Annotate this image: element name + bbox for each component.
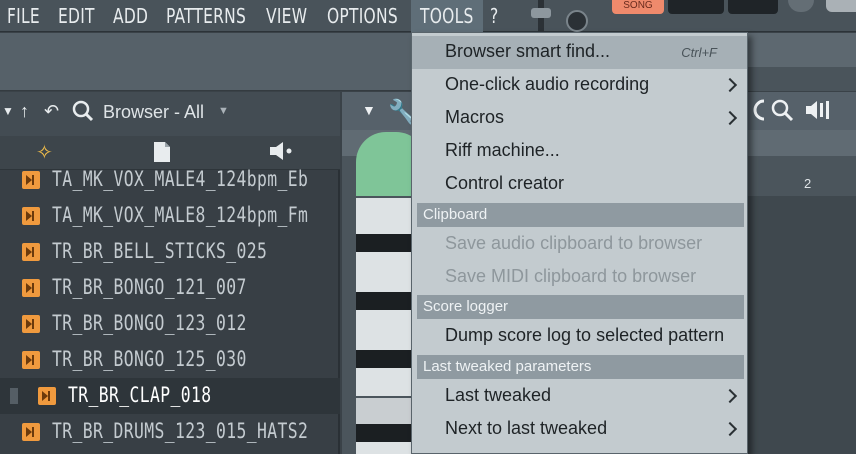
browser-file-row-selected[interactable]: TR_BR_CLAP_018 [0, 378, 340, 414]
browser-file-label: TR_BR_CLAP_018 [68, 383, 212, 407]
menu-item-label: Macros [445, 107, 505, 127]
menu-item-save-midi-clipboard: Save MIDI clipboard to browser [412, 261, 747, 294]
ruler-bar-number: 2 [804, 176, 812, 191]
menu-help[interactable]: ? [490, 0, 498, 32]
menu-item-label: One-click audio recording [445, 74, 650, 94]
toolbar-panel-right [744, 33, 856, 67]
chevron-down-icon[interactable]: ▼ [218, 105, 229, 117]
record-button[interactable] [788, 0, 814, 12]
zoom-icon[interactable] [770, 98, 794, 129]
submenu-arrow-icon [722, 421, 738, 437]
browser-file-label: TR_BR_DRUMS_123_015_HATS2 [52, 419, 309, 443]
browser-file-label: TA_MK_VOX_MALE8_124bpm_Fm [52, 203, 309, 227]
audio-file-icon [38, 387, 56, 405]
note-grid[interactable] [746, 196, 856, 454]
browser-file-label: TR_BR_BELL_STICKS_025 [52, 239, 268, 263]
menu-add[interactable]: ADD [113, 0, 148, 32]
shortcut-hint: Ctrl+F [681, 45, 717, 60]
browser-file-label: TR_BR_BONGO_121_007 [52, 275, 247, 299]
roll-menu-arrow-icon[interactable]: ▼ [362, 102, 376, 118]
menu-item-label: Browser smart find... [445, 41, 611, 61]
menu-item-label: Dump score log to selected pattern [445, 325, 725, 345]
browser-panel: ▼ ↑ ↶ Browser - All ▼ ✧ TA_MK_VOX_MALE4_… [0, 92, 340, 454]
browser-file-row[interactable]: TA_MK_VOX_MALE4_124bpm_Eb [0, 162, 340, 198]
volume-icon[interactable] [804, 98, 832, 129]
menu-options[interactable]: OPTIONS [327, 0, 398, 32]
back-icon[interactable]: ↶ [44, 101, 59, 122]
master-pitch-knob[interactable] [566, 10, 588, 32]
section-label: Score logger [423, 298, 509, 315]
menu-item-label: Riff machine... [445, 140, 560, 160]
master-volume-handle[interactable] [531, 8, 551, 18]
browser-file-row[interactable]: TR_BR_BONGO_123_012 [0, 306, 340, 342]
section-header-last-tweaked: Last tweaked parameters [417, 355, 744, 379]
audio-file-icon [22, 423, 40, 441]
play-button[interactable] [668, 0, 724, 14]
toolbar-panel-right-lower [744, 67, 856, 91]
selection-marker [10, 388, 18, 404]
menu-edit[interactable]: EDIT [58, 0, 95, 32]
menu-item-next-to-last-tweaked[interactable]: Next to last tweaked [412, 413, 747, 446]
up-arrow-icon[interactable]: ↑ [20, 101, 29, 122]
stop-button[interactable] [728, 0, 778, 14]
main-menubar: FILE EDIT ADD PATTERNS VIEW OPTIONS TOOL… [0, 0, 856, 32]
menu-item-label: Last tweaked [445, 385, 552, 405]
browser-title[interactable]: Browser - All [103, 102, 204, 123]
menu-item-label: Next to last tweaked [445, 418, 608, 438]
browser-file-row[interactable]: TR_BR_BONGO_125_030 [0, 342, 340, 378]
menu-item-control-creator[interactable]: Control creator [412, 168, 747, 201]
audio-file-icon [22, 171, 40, 189]
section-header-score-logger: Score logger [417, 295, 744, 319]
song-mode-button[interactable]: SONG [612, 0, 664, 14]
browser-file-label: TR_BR_BONGO_123_012 [52, 311, 247, 335]
tempo-display[interactable] [826, 0, 856, 12]
audio-file-icon [22, 351, 40, 369]
menu-item-last-tweaked[interactable]: Last tweaked [412, 380, 747, 413]
menu-item-label: Save audio clipboard to browser [445, 233, 703, 253]
menu-item-dump-score-log[interactable]: Dump score log to selected pattern [412, 320, 747, 353]
menu-item-one-click-recording[interactable]: One-click audio recording [412, 69, 747, 102]
submenu-arrow-icon [722, 77, 738, 93]
audio-file-icon [22, 279, 40, 297]
menu-patterns[interactable]: PATTERNS [166, 0, 246, 32]
audio-file-icon [22, 207, 40, 225]
menu-file[interactable]: FILE [7, 0, 40, 32]
search-icon[interactable] [72, 100, 94, 127]
browser-menu-arrow-icon[interactable]: ▼ [2, 104, 14, 118]
browser-header: ▼ ↑ ↶ Browser - All ▼ [0, 92, 340, 136]
section-label: Last tweaked parameters [423, 358, 592, 375]
submenu-arrow-icon [722, 388, 738, 404]
menu-item-label: Control creator [445, 173, 565, 193]
submenu-arrow-icon [722, 110, 738, 126]
menu-item-label: Save MIDI clipboard to browser [445, 266, 697, 286]
audio-file-icon [22, 243, 40, 261]
browser-file-row[interactable]: TR_BR_BELL_STICKS_025 [0, 234, 340, 270]
browser-file-row[interactable]: TA_MK_VOX_MALE8_124bpm_Fm [0, 198, 340, 234]
browser-file-list: TA_MK_VOX_MALE4_124bpm_Eb TA_MK_VOX_MALE… [0, 167, 340, 454]
browser-file-row[interactable]: TR_BR_BONGO_121_007 [0, 270, 340, 306]
tools-dropdown-menu: Browser smart find... Ctrl+F One-click a… [411, 32, 748, 454]
browser-file-label: TR_BR_BONGO_125_030 [52, 347, 247, 371]
magnet-icon[interactable] [750, 98, 770, 129]
section-label: Clipboard [423, 206, 488, 223]
menu-item-riff-machine[interactable]: Riff machine... [412, 135, 747, 168]
section-header-clipboard: Clipboard [417, 203, 744, 227]
menu-item-save-audio-clipboard: Save audio clipboard to browser [412, 228, 747, 261]
menu-item-browser-smart-find[interactable]: Browser smart find... Ctrl+F [412, 36, 747, 69]
browser-file-label: TA_MK_VOX_MALE4_124bpm_Eb [52, 167, 309, 191]
menu-tools[interactable]: TOOLS [420, 0, 474, 32]
browser-file-row[interactable]: TR_BR_DRUMS_123_015_HATS2 [0, 414, 340, 450]
audio-file-icon [22, 315, 40, 333]
menu-view[interactable]: VIEW [266, 0, 307, 32]
menu-item-macros[interactable]: Macros [412, 102, 747, 135]
